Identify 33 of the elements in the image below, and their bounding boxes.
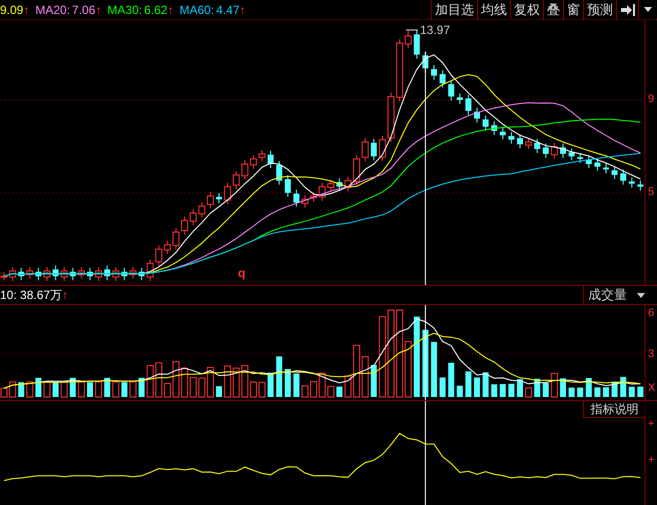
caret-icon xyxy=(644,7,652,12)
up-arrow: ↑ xyxy=(23,4,30,16)
axis-label: 3 xyxy=(648,349,654,360)
ma-label: MA30: xyxy=(107,4,142,16)
ma-value: 9.09 xyxy=(0,4,24,16)
toolbar-button[interactable]: 窗 xyxy=(564,0,584,20)
up-arrow: ↑ xyxy=(95,4,102,16)
axis-label: 5 xyxy=(648,186,654,198)
indicator-dropdown[interactable]: 成交量 xyxy=(583,286,647,304)
up-arrow: ↑ xyxy=(167,4,174,16)
ma-label: MA60: xyxy=(179,4,214,16)
caret-icon xyxy=(637,292,645,298)
ma-value: 4.47 xyxy=(216,4,240,16)
indicator-info-button[interactable]: 指标说明 xyxy=(583,401,645,418)
toolbar-button[interactable]: 均线 xyxy=(478,0,511,20)
toolbar-button[interactable]: 加目选 xyxy=(432,0,478,20)
exit-icon xyxy=(620,4,634,16)
axis-tick: + xyxy=(648,455,654,466)
marker-label: q xyxy=(238,267,246,279)
volume-value: 10: 38.67万 xyxy=(0,289,62,301)
ma-value: 6.62 xyxy=(144,4,168,16)
toolbar-button[interactable]: 预测 xyxy=(584,0,617,20)
toolbar-button[interactable]: 叠 xyxy=(544,0,564,20)
axis-tick: + xyxy=(648,419,654,430)
axis-label: 9 xyxy=(648,94,654,105)
toolbar-button[interactable]: 复权 xyxy=(511,0,544,20)
up-arrow: ↑ xyxy=(62,289,68,301)
axis-label: X xyxy=(648,383,656,394)
high-price-label: 13.97 xyxy=(420,24,450,36)
axis-label: 6 xyxy=(648,308,654,319)
ma-value: 7.06 xyxy=(72,4,96,16)
up-arrow: ↑ xyxy=(240,4,246,16)
ma-label: MA20: xyxy=(35,4,70,16)
